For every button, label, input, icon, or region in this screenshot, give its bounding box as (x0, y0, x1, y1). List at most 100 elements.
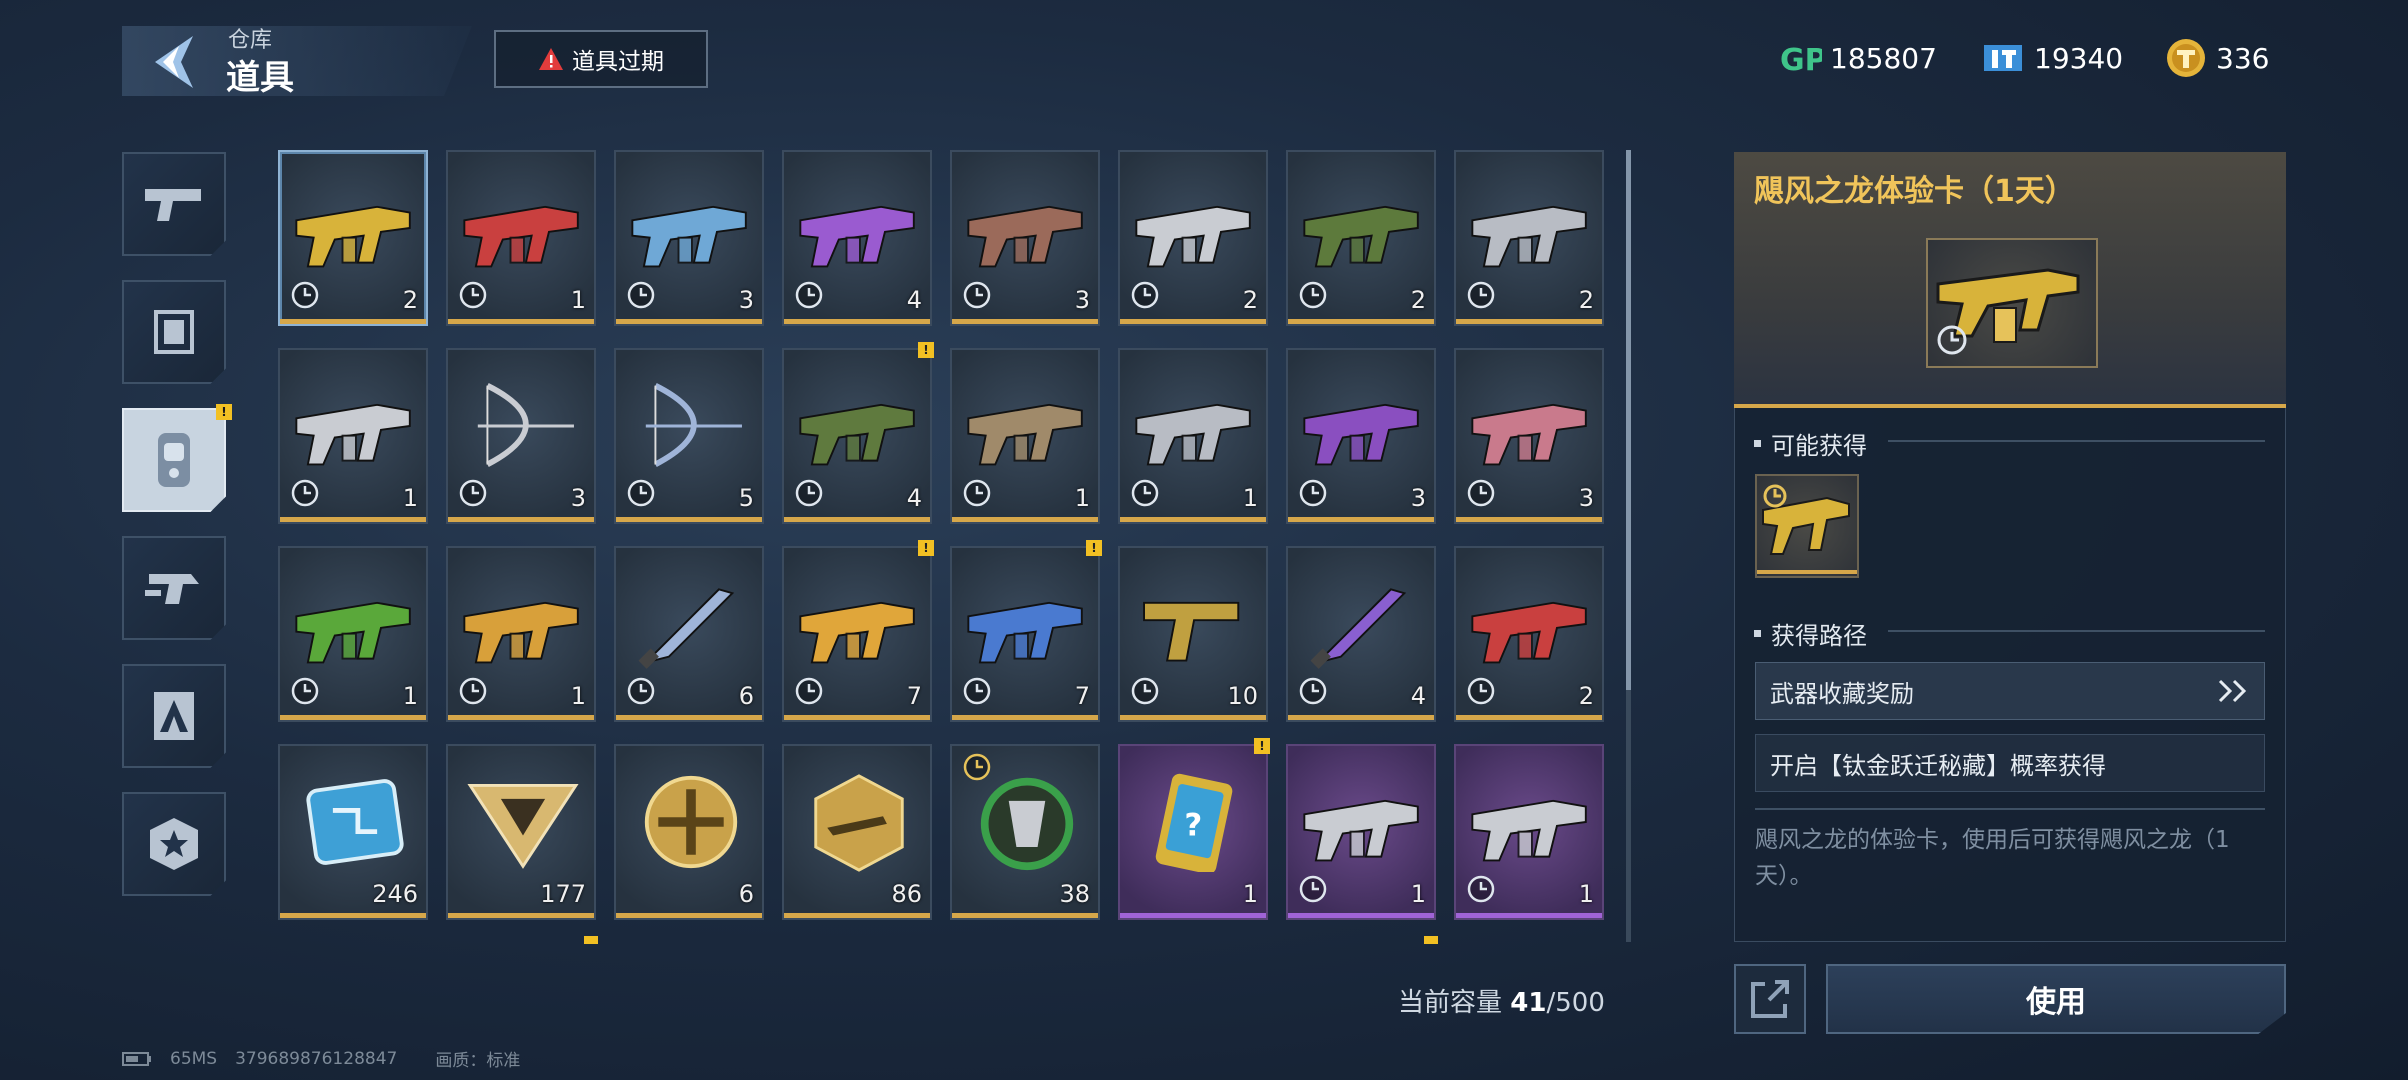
inventory-item[interactable]: 6 (614, 744, 764, 920)
item-count: 2 (1242, 286, 1258, 314)
gun-icon (967, 601, 1083, 664)
rarity-bar (448, 715, 594, 720)
inventory-item[interactable]: 10 (1118, 546, 1268, 722)
inventory-item[interactable]: 38 (950, 744, 1100, 920)
time-limited-icon (1299, 479, 1327, 507)
reward-item[interactable] (1755, 474, 1859, 578)
inventory-item[interactable]: 3 (614, 150, 764, 326)
divider (1888, 440, 2265, 442)
time-limited-icon (627, 677, 655, 705)
tab-profile-cards[interactable] (122, 664, 226, 768)
item-title: 飓风之龙体验卡（1天） (1754, 174, 2075, 209)
share-button[interactable] (1734, 964, 1806, 1034)
tab-weapons[interactable] (122, 152, 226, 256)
gun-icon (1303, 799, 1419, 862)
time-limited-icon (459, 281, 487, 309)
rarity-bar (448, 517, 594, 522)
time-limited-icon (627, 281, 655, 309)
inventory-item[interactable]: 2 (1118, 150, 1268, 326)
rarity-bar (1288, 319, 1434, 324)
grid-scrollbar-thumb[interactable] (1626, 150, 1631, 690)
next-row-notify-marker (1424, 936, 1438, 944)
inventory-item[interactable]: 1 (278, 546, 428, 722)
item-grid: 2 1 3 4 3 2 2 2 1 3 5 4! 1 1 3 3 1 1 6 7! 7! 10 4 2 246 177 6 86 38?… (278, 150, 1618, 940)
inventory-item[interactable]: 1 (446, 150, 596, 326)
rarity-bar (616, 715, 762, 720)
time-limited-icon (795, 479, 823, 507)
possible-rewards-heading: 可能获得 (1754, 426, 1867, 461)
route-weapon-collection[interactable]: 武器收藏奖励 (1755, 662, 2265, 720)
inventory-item[interactable]: 86 (782, 744, 932, 920)
emblem-icon (980, 777, 1074, 871)
obtain-source-heading: 获得路径 (1754, 616, 1867, 651)
item-count: 4 (906, 286, 922, 314)
next-row-notify-marker (584, 936, 598, 944)
time-limited-icon (291, 281, 319, 309)
star-badge-icon (150, 818, 198, 870)
item-count: 1 (1410, 880, 1426, 908)
rarity-bar (616, 319, 762, 324)
hexbadge-icon (814, 774, 904, 872)
inventory-item[interactable]: 7 (782, 546, 932, 722)
back-button[interactable] (145, 32, 201, 92)
inventory-item[interactable]: 1 (950, 348, 1100, 524)
inventory-item[interactable]: 1 (446, 546, 596, 722)
inventory-item[interactable]: 246 (278, 744, 428, 920)
tab-skins[interactable] (122, 280, 226, 384)
rarity-bar (280, 319, 426, 324)
inventory-item[interactable]: ? 1 (1118, 744, 1268, 920)
gun-icon (1471, 601, 1587, 664)
item-count: 5 (738, 484, 754, 512)
time-limited-icon (1467, 479, 1495, 507)
inventory-item[interactable]: 1 (1118, 348, 1268, 524)
gun-icon (799, 601, 915, 664)
gun-icon (631, 205, 747, 268)
item-count: 1 (1578, 880, 1594, 908)
inventory-item[interactable]: 1 (1286, 744, 1436, 920)
inventory-item[interactable]: 3 (950, 150, 1100, 326)
rarity-bar (952, 319, 1098, 324)
tab-items[interactable] (122, 408, 226, 512)
inventory-item[interactable]: 5 (614, 348, 764, 524)
item-count: 6 (738, 880, 754, 908)
expired-items-button[interactable]: 道具过期 (494, 30, 708, 88)
rarity-bar (448, 913, 594, 918)
inventory-item[interactable]: 2 (278, 150, 428, 326)
currency-ticket: 19340 (1980, 36, 2123, 80)
item-count: 1 (1242, 880, 1258, 908)
rarity-bar (1288, 913, 1434, 918)
inventory-item[interactable]: 2 (1454, 150, 1604, 326)
rarity-bar (1456, 913, 1602, 918)
inventory-item[interactable]: 4 (782, 348, 932, 524)
inventory-item[interactable]: 3 (446, 348, 596, 524)
tab-sprays[interactable] (122, 536, 226, 640)
pistol-icon (145, 189, 201, 221)
inventory-item[interactable]: 3 (1454, 348, 1604, 524)
inventory-item[interactable]: 4 (782, 150, 932, 326)
inventory-item[interactable]: 2 (1286, 150, 1436, 326)
rarity-bar (616, 913, 762, 918)
route-label: 武器收藏奖励 (1770, 679, 1914, 708)
inventory-item[interactable]: 1 (1454, 744, 1604, 920)
use-button[interactable]: 使用 (1826, 964, 2286, 1034)
triangle-icon (467, 784, 579, 869)
inventory-item[interactable]: 3 (1286, 348, 1436, 524)
coin-icon (644, 775, 738, 869)
new-item-badge: ! (1254, 738, 1270, 754)
item-count: 2 (1578, 286, 1594, 314)
ticket-icon (1984, 45, 2022, 71)
inventory-item[interactable]: 6 (614, 546, 764, 722)
inventory-item[interactable]: 2 (1454, 546, 1604, 722)
inventory-item[interactable]: 4 (1286, 546, 1436, 722)
item-count: 1 (570, 682, 586, 710)
gun-icon (1303, 205, 1419, 268)
inventory-item[interactable]: 177 (446, 744, 596, 920)
tab-achievements[interactable] (122, 792, 226, 896)
capacity-total: /500 (1546, 988, 1605, 1018)
inventory-item[interactable]: 7 (950, 546, 1100, 722)
inventory-item[interactable]: 1 (278, 348, 428, 524)
gun-icon (463, 601, 579, 664)
item-count: 2 (1578, 682, 1594, 710)
currency-gold: 336 (2164, 36, 2269, 80)
gun-icon (1303, 403, 1419, 466)
